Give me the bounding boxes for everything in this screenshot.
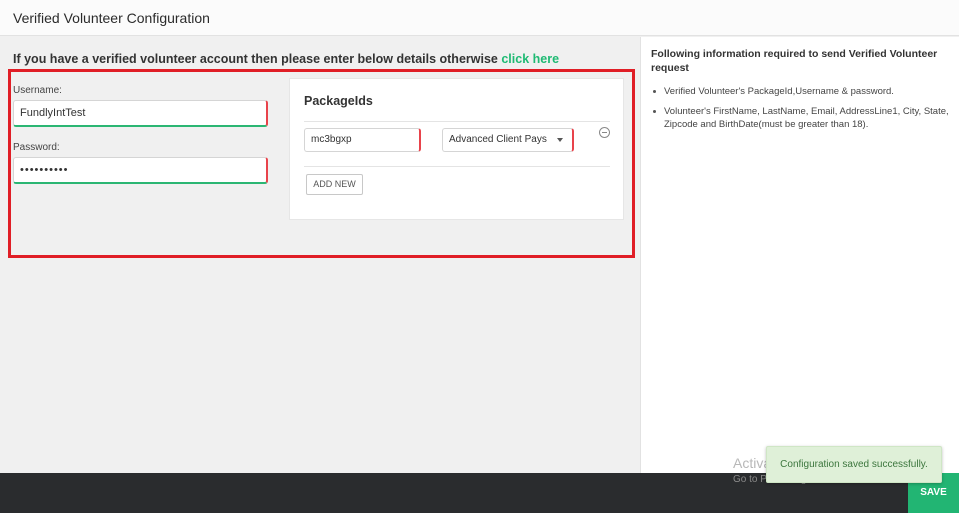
page-header: Verified Volunteer Configuration	[0, 0, 959, 36]
payment-select[interactable]: Advanced Client Pays	[442, 128, 574, 152]
package-ids-title: PackageIds	[304, 94, 373, 108]
payment-select-value: Advanced Client Pays	[449, 134, 547, 145]
info-list: Verified Volunteer's PackageId,Username …	[651, 85, 951, 138]
info-bullet: Verified Volunteer's PackageId,Username …	[651, 85, 951, 98]
package-id-input[interactable]: mc3bgxp	[304, 128, 421, 152]
main-panel: If you have a verified volunteer account…	[0, 37, 639, 473]
divider	[304, 121, 610, 122]
password-input[interactable]: ••••••••••	[13, 157, 268, 184]
package-ids-card: PackageIds mc3bgxp Advanced Client Pays …	[289, 78, 624, 220]
info-bullet: Volunteer's FirstName, LastName, Email, …	[651, 105, 951, 131]
info-title: Following information required to send V…	[651, 48, 938, 74]
add-new-button[interactable]: ADD NEW	[306, 174, 363, 195]
success-toast: Configuration saved successfully.	[766, 446, 942, 483]
caret-down-icon	[557, 138, 563, 142]
divider	[304, 166, 610, 167]
intro-message: If you have a verified volunteer account…	[13, 52, 502, 66]
remove-circle-icon[interactable]	[599, 127, 610, 138]
username-label: Username:	[13, 85, 62, 96]
intro-text: If you have a verified volunteer account…	[13, 52, 559, 66]
page-title: Verified Volunteer Configuration	[13, 10, 210, 26]
username-input[interactable]: FundlyIntTest	[13, 100, 268, 127]
info-panel: Following information required to send V…	[640, 37, 959, 473]
password-label: Password:	[13, 142, 60, 153]
click-here-link[interactable]: click here	[501, 52, 559, 66]
